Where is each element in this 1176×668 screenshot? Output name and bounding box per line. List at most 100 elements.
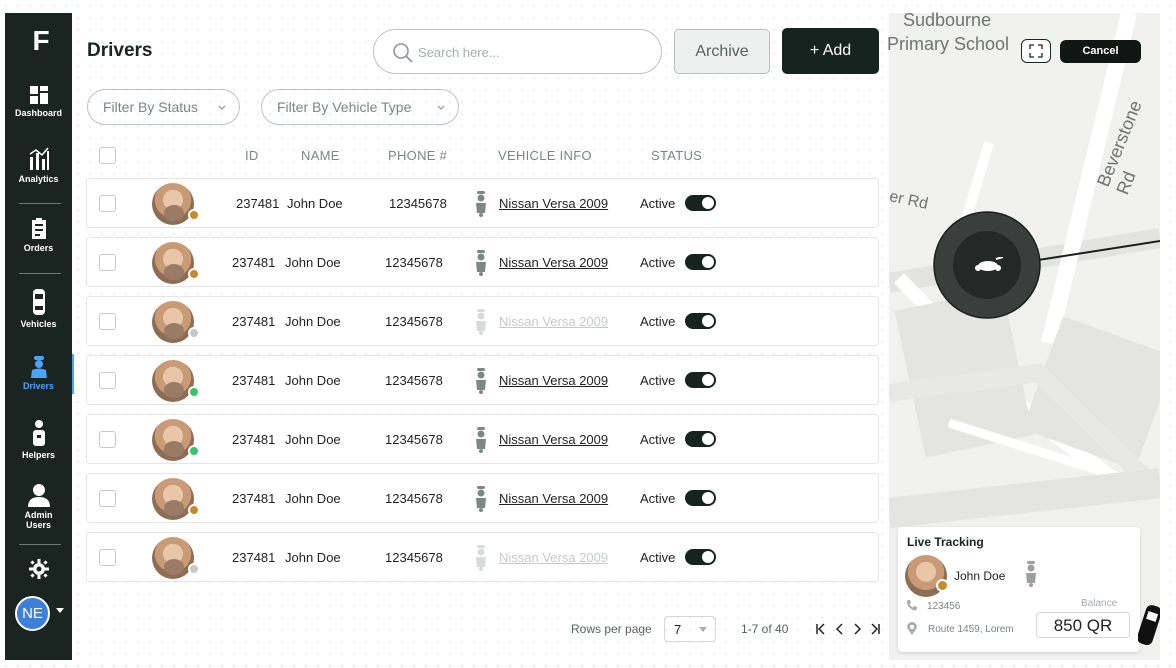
column-header-name[interactable]: NAME [301, 148, 340, 163]
sidebar-item-label: Analytics [18, 174, 59, 184]
select-all-checkbox[interactable] [99, 147, 116, 164]
rows-per-page-label: Rows per page [571, 622, 652, 636]
status-toggle[interactable] [685, 372, 716, 388]
driver-id: 237481 [232, 550, 276, 565]
sidebar-item-helpers[interactable]: Helpers [5, 419, 72, 460]
driver-id: 237481 [232, 314, 276, 329]
location-pin-icon [907, 622, 917, 635]
vehicle-marker-icon [1138, 605, 1160, 645]
table-row[interactable]: 237481 John Doe 12345678 Nissan Versa 2009 A… [86, 237, 879, 287]
status-label: Active [640, 550, 676, 565]
vehicle-link[interactable]: Nissan Versa 2009 [499, 432, 608, 447]
table-row[interactable]: 237481 John Doe 12345678 Nissan Versa 2009 A… [86, 473, 879, 523]
status-toggle[interactable] [685, 490, 716, 506]
filter-vehicle-type-label: Filter By Vehicle Type [277, 99, 412, 115]
rows-per-page-value: 7 [674, 622, 682, 637]
column-header-status[interactable]: STATUS [651, 148, 702, 163]
sidebar-item-admin-users[interactable]: Admin Users [5, 483, 72, 530]
sidebar-item-drivers[interactable]: Drivers [5, 354, 74, 394]
sidebar-item-vehicles[interactable]: Vehicles [5, 288, 72, 329]
chevron-down-icon[interactable] [56, 608, 64, 613]
sidebar-item-label: Helpers [21, 450, 56, 460]
row-checkbox[interactable] [99, 195, 116, 212]
driver-phone: 123456 [927, 601, 961, 612]
sidebar-item-dashboard[interactable]: Dashboard [5, 85, 72, 118]
filter-vehicle-type-select[interactable]: Filter By Vehicle Type [261, 89, 459, 125]
nav-divider [19, 544, 61, 545]
first-page-icon[interactable] [816, 623, 826, 635]
vehicle-link[interactable]: Nissan Versa 2009 [499, 314, 608, 329]
user-avatar[interactable]: NE [15, 596, 50, 631]
driver-name: John Doe [285, 373, 341, 388]
status-toggle[interactable] [685, 431, 716, 447]
driver-phone: 12345678 [385, 550, 443, 565]
scooter-icon [476, 250, 486, 276]
next-page-icon[interactable] [853, 623, 861, 635]
status-dot [936, 579, 949, 592]
status-toggle[interactable] [685, 254, 716, 270]
status-dot [188, 504, 200, 516]
sidebar-item-orders[interactable]: Orders [5, 218, 72, 253]
driver-avatar [152, 242, 194, 284]
scooter-icon [476, 368, 486, 394]
driver-icon [30, 356, 47, 378]
archive-button[interactable]: Archive [674, 29, 770, 74]
status-label: Active [640, 314, 676, 329]
filter-status-select[interactable]: Filter By Status [87, 89, 240, 125]
sidebar: F Dashboard Analytics Orders Vehicles Dr… [5, 13, 74, 660]
expand-icon [1029, 44, 1043, 58]
page-title: Drivers [87, 40, 153, 61]
driver-name: John Doe [285, 491, 341, 506]
driver-address: Route 1459, Lorem [928, 624, 1014, 635]
add-driver-button[interactable]: + Add [782, 28, 879, 74]
settings-button[interactable] [5, 559, 72, 582]
table-row[interactable]: 237481 John Doe 12345678 Nissan Versa 2009 A… [86, 355, 879, 405]
row-checkbox[interactable] [99, 490, 116, 507]
table-row[interactable]: 237481 John Doe 12345678 Nissan Versa 2009 A… [86, 414, 879, 464]
row-checkbox[interactable] [99, 254, 116, 271]
phone-icon [907, 600, 917, 611]
vehicle-link[interactable]: Nissan Versa 2009 [499, 550, 608, 565]
status-label: Active [640, 373, 676, 388]
vehicle-link[interactable]: Nissan Versa 2009 [499, 491, 608, 506]
search-input[interactable]: Search here... [373, 29, 662, 74]
search-icon [393, 43, 413, 63]
filter-status-label: Filter By Status [103, 99, 198, 115]
status-label: Active [640, 255, 676, 270]
driver-avatar [152, 360, 194, 402]
driver-id: 237481 [232, 373, 276, 388]
driver-id: 237481 [232, 255, 276, 270]
table-row[interactable]: 237481 John Doe 12345678 Nissan Versa 2009 A… [86, 178, 879, 228]
column-header-phone[interactable]: PHONE # [388, 148, 447, 163]
vehicle-link[interactable]: Nissan Versa 2009 [499, 255, 608, 270]
status-toggle[interactable] [685, 195, 716, 211]
sidebar-item-analytics[interactable]: Analytics [5, 147, 72, 184]
table-row[interactable]: 237481 John Doe 12345678 Nissan Versa 2009 A… [86, 532, 879, 582]
prev-page-icon[interactable] [836, 623, 844, 635]
row-checkbox[interactable] [99, 313, 116, 330]
column-header-vehicle-info[interactable]: VEHICLE INFO [498, 148, 592, 163]
last-page-icon[interactable] [870, 623, 880, 635]
analytics-icon [29, 147, 49, 170]
column-header-id[interactable]: ID [245, 148, 259, 163]
fullscreen-button[interactable] [1021, 39, 1051, 63]
driver-phone: 12345678 [385, 314, 443, 329]
table-row[interactable]: 237481 John Doe 12345678 Nissan Versa 2009 A… [86, 296, 879, 346]
driver-name: John Doe [954, 569, 1006, 583]
status-toggle[interactable] [685, 313, 716, 329]
vehicle-link[interactable]: Nissan Versa 2009 [499, 196, 608, 211]
row-checkbox[interactable] [99, 549, 116, 566]
row-checkbox[interactable] [99, 372, 116, 389]
status-dot [188, 268, 200, 280]
nav-divider [19, 273, 61, 274]
map-label: Primary School [887, 34, 1010, 54]
sidebar-item-label: Dashboard [14, 108, 62, 118]
rows-per-page-select[interactable]: 7 [664, 616, 716, 642]
vehicle-link[interactable]: Nissan Versa 2009 [499, 373, 608, 388]
driver-avatar [152, 183, 194, 225]
status-toggle[interactable] [685, 549, 716, 565]
live-tracking-title: Live Tracking [907, 535, 984, 549]
status-label: Active [640, 491, 676, 506]
row-checkbox[interactable] [99, 431, 116, 448]
cancel-button[interactable]: Cancel [1060, 40, 1141, 63]
